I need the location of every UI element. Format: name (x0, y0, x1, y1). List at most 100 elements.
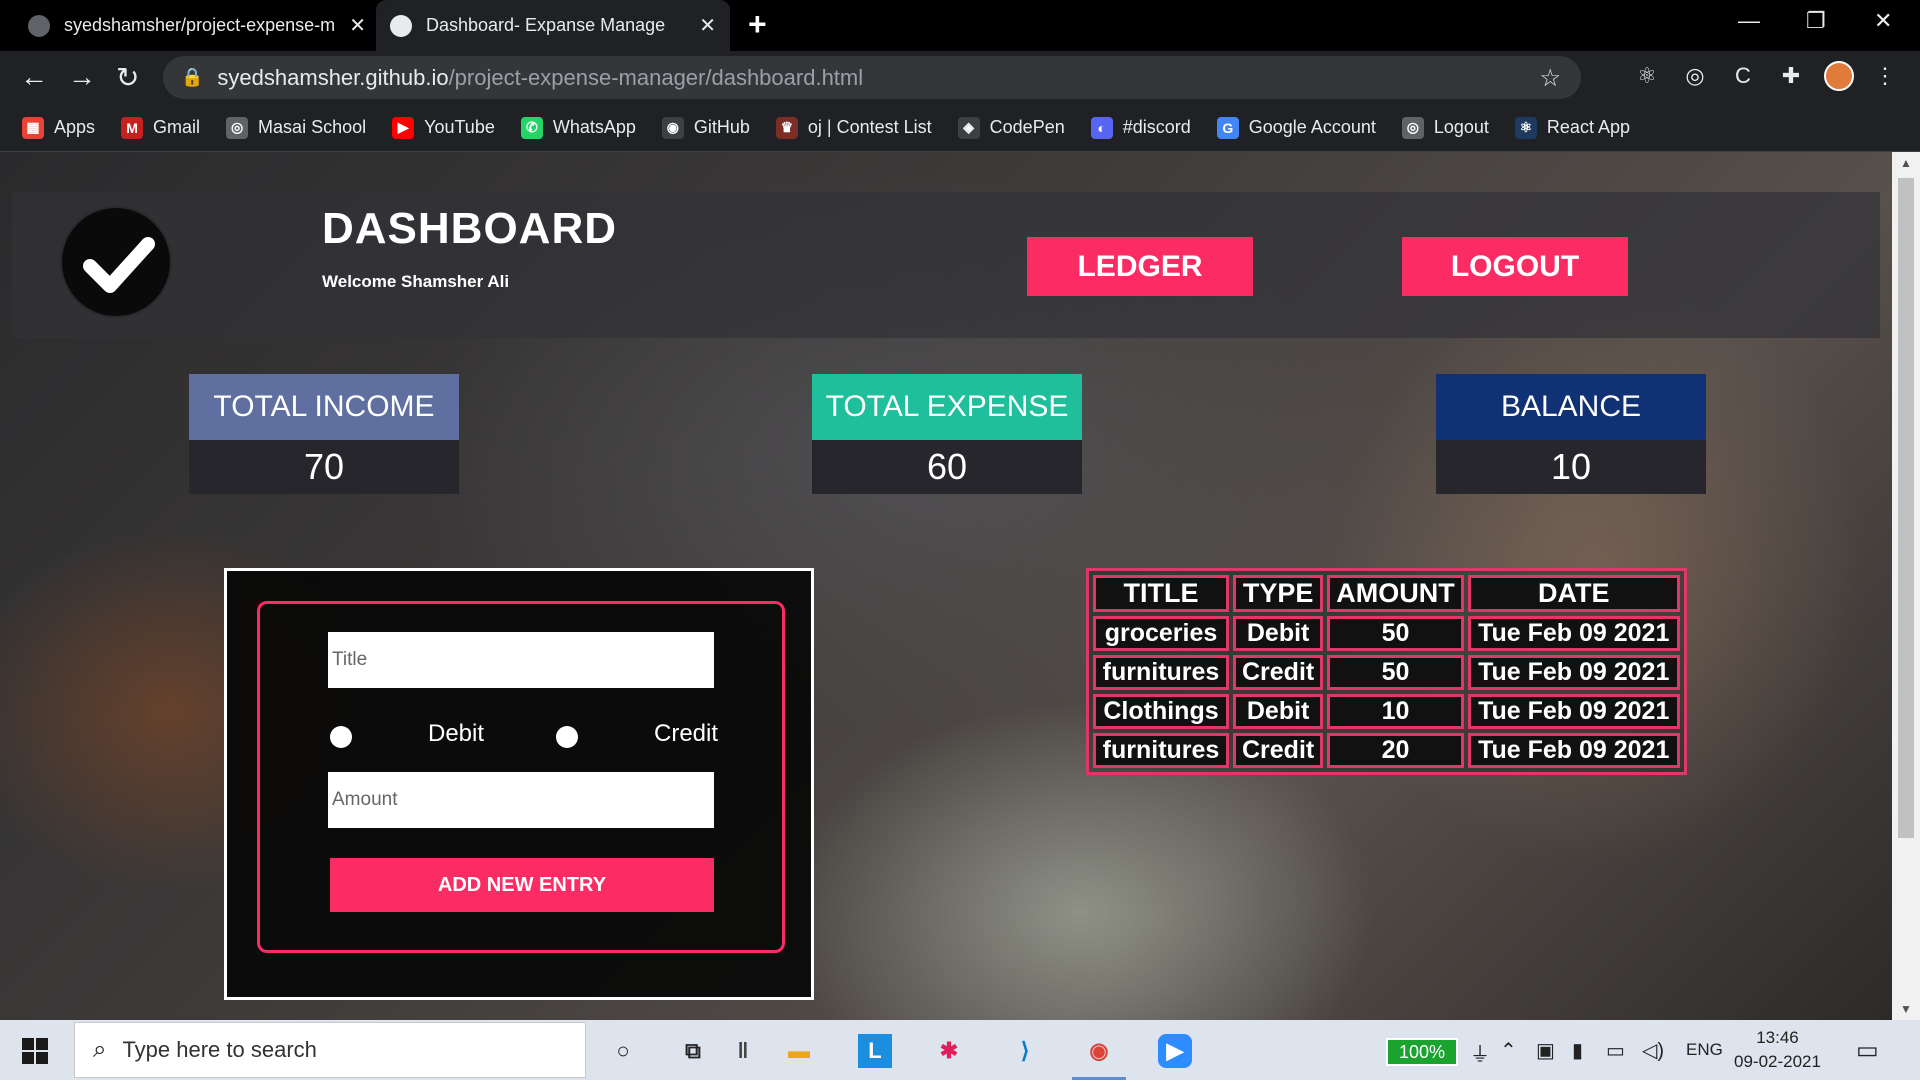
extension-circle-icon[interactable]: ◎ (1682, 63, 1708, 89)
google-icon: G (1216, 116, 1239, 139)
apps-grid-icon: ▦ (22, 116, 44, 139)
zoom-icon[interactable]: ▶ (1158, 1034, 1192, 1068)
address-bar[interactable]: 🔒 syedshamsher.github.io/project-expense… (163, 56, 1581, 99)
profile-avatar[interactable] (1824, 61, 1854, 91)
microphone-icon[interactable]: ▮ (1572, 1038, 1583, 1063)
notification-icon[interactable]: ▭ (1856, 1036, 1879, 1065)
bookmark-item[interactable]: ◉ GitHub (661, 116, 750, 139)
chevron-up-icon[interactable]: ⌃ (1500, 1038, 1517, 1063)
browser-toolbar: ← → ↻ 🔒 syedshamsher.github.io/project-e… (0, 51, 1920, 104)
file-explorer-icon[interactable]: ▬ (782, 1034, 816, 1068)
cell-type: Debit (1233, 616, 1324, 651)
chrome-menu-icon[interactable]: ⋮ (1872, 63, 1898, 89)
cell-amount: 50 (1327, 655, 1464, 690)
task-view-icon[interactable]: ⧉ (676, 1034, 710, 1068)
bookmark-item[interactable]: ▶ YouTube (392, 116, 495, 139)
system-clock[interactable]: 13:46 09-02-2021 (1734, 1026, 1821, 1074)
globe-favicon-icon (390, 14, 412, 37)
launcher-l-icon[interactable]: L (858, 1034, 892, 1068)
balance-card: BALANCE 10 (1436, 374, 1706, 494)
forward-icon[interactable]: → (68, 61, 96, 93)
volume-icon[interactable]: ◁) (1642, 1038, 1664, 1063)
total-expense-value: 60 (812, 440, 1082, 494)
back-icon[interactable]: ← (20, 61, 48, 93)
extension-c-icon[interactable]: C (1730, 63, 1756, 89)
bookmark-item[interactable]: G Google Account (1216, 116, 1376, 139)
new-tab-button[interactable]: + (748, 6, 767, 43)
cell-title: furnitures (1093, 655, 1229, 690)
title-input[interactable] (328, 632, 714, 688)
taskbar-search-box[interactable]: ⌕ Type here to search (74, 1022, 586, 1078)
bookmark-item[interactable]: ▦ Apps (22, 116, 95, 139)
bookmark-item[interactable]: ◎ Masai School (226, 116, 366, 139)
cortana-icon[interactable]: ○ (606, 1034, 640, 1068)
dashboard-page: DASHBOARD Welcome Shamsher Ali LEDGER LO… (0, 152, 1892, 1020)
table-row: Clothings Debit 10 Tue Feb 09 2021 (1093, 694, 1680, 729)
battery-icon[interactable]: ▭ (1606, 1038, 1625, 1063)
cell-date: Tue Feb 09 2021 (1467, 733, 1680, 768)
credit-label: Credit (654, 720, 719, 747)
taskbar-divider-icon: ‖ (737, 1038, 749, 1063)
scrollbar-thumb[interactable] (1898, 178, 1914, 838)
webcam-icon[interactable]: ▣ (1536, 1038, 1555, 1063)
amount-input[interactable] (328, 772, 714, 828)
bookmark-label: WhatsApp (552, 117, 636, 137)
scroll-down-icon[interactable]: ▼ (1900, 1002, 1912, 1016)
language-indicator[interactable]: ENG (1686, 1040, 1723, 1060)
tab-close-icon[interactable]: ✕ (699, 13, 716, 38)
vscode-icon[interactable]: ⟩ (1008, 1034, 1042, 1068)
bookmark-item[interactable]: ♛ oj | Contest List (775, 116, 932, 139)
tab-close-icon[interactable]: ✕ (349, 13, 366, 38)
extensions-puzzle-icon[interactable]: ✚ (1778, 63, 1804, 89)
bookmark-item[interactable]: M Gmail (121, 116, 200, 139)
bookmark-item[interactable]: ◎ Logout (1401, 116, 1489, 139)
add-new-entry-button[interactable]: ADD NEW ENTRY (330, 858, 714, 912)
cell-type: Credit (1233, 655, 1324, 690)
reload-icon[interactable]: ↻ (116, 61, 139, 94)
plug-icon: ⏚ (1470, 1044, 1490, 1066)
window-close-icon[interactable]: ✕ (1874, 8, 1892, 34)
bookmark-label: CodePen (989, 117, 1065, 137)
bookmark-label: Google Account (1248, 117, 1376, 137)
gmail-icon: M (121, 116, 144, 139)
table-row: groceries Debit 50 Tue Feb 09 2021 (1093, 616, 1680, 651)
bookmark-label: React App (1546, 117, 1630, 137)
bookmark-item[interactable]: ◈ CodePen (957, 116, 1065, 139)
windows-start-icon[interactable] (22, 1038, 48, 1064)
column-header-date: DATE (1467, 575, 1680, 612)
ledger-button[interactable]: LEDGER (1027, 237, 1253, 296)
cell-title: groceries (1093, 616, 1229, 651)
cell-type: Debit (1233, 694, 1324, 729)
entry-form: Debit Credit ADD NEW ENTRY (257, 601, 785, 953)
logout-button[interactable]: LOGOUT (1402, 237, 1628, 296)
minimize-icon[interactable]: — (1738, 8, 1760, 34)
lock-icon: 🔒 (181, 67, 204, 87)
entry-form-panel: Debit Credit ADD NEW ENTRY (224, 568, 814, 1000)
slack-icon[interactable]: ✱ (932, 1034, 966, 1068)
globe-icon: ◎ (1401, 116, 1424, 139)
credit-radio[interactable] (556, 726, 578, 748)
cell-date: Tue Feb 09 2021 (1467, 694, 1680, 729)
table-header-row: TITLE TYPE AMOUNT DATE (1093, 575, 1680, 612)
restore-icon[interactable]: ❐ (1806, 8, 1826, 34)
table-row: furnitures Credit 20 Tue Feb 09 2021 (1093, 733, 1680, 768)
tab-github[interactable]: syedshamsher/project-expense-m ✕ (14, 0, 380, 51)
codepen-icon: ◈ (957, 116, 980, 139)
clock-date: 09-02-2021 (1734, 1052, 1821, 1071)
react-devtools-icon[interactable]: ⚛ (1634, 63, 1660, 89)
bookmark-item[interactable]: ⚛ React App (1514, 116, 1630, 139)
page-scrollbar[interactable]: ▲ ▼ (1892, 152, 1920, 1020)
bookmark-star-icon[interactable]: ☆ (1539, 64, 1561, 93)
bookmark-item[interactable]: ✆ WhatsApp (520, 116, 636, 139)
chrome-icon[interactable]: ◉ (1072, 1034, 1126, 1080)
browser-tab-bar: syedshamsher/project-expense-m ✕ Dashboa… (0, 0, 1920, 51)
bookmark-label: Logout (1433, 117, 1489, 137)
debit-radio[interactable] (330, 726, 352, 748)
bookmarks-bar: ▦ Apps M Gmail ◎ Masai School ▶ YouTube ✆ WhatsAp… (0, 104, 1920, 152)
tab-dashboard[interactable]: Dashboard- Expanse Manage ✕ (376, 0, 730, 51)
globe-icon: ◎ (226, 116, 249, 139)
bookmark-item[interactable]: ◐ #discord (1090, 116, 1191, 139)
battery-indicator[interactable]: 100% (1386, 1038, 1458, 1066)
scroll-up-icon[interactable]: ▲ (1900, 156, 1912, 170)
table-row: furnitures Credit 50 Tue Feb 09 2021 (1093, 655, 1680, 690)
